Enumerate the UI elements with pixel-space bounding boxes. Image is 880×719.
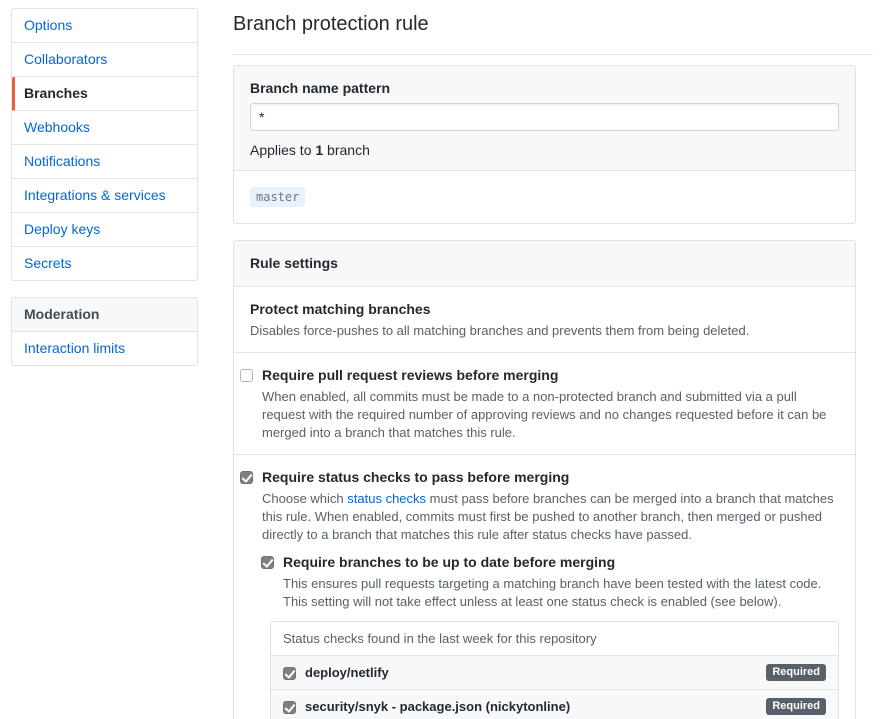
up-to-date-checkbox[interactable] xyxy=(261,556,274,569)
status-checks-body: Require status checks to pass before mer… xyxy=(262,469,839,719)
pull-request-reviews-description: When enabled, all commits must be made t… xyxy=(262,388,839,442)
sidebar-item-branches[interactable]: Branches xyxy=(12,77,197,111)
sidebar-item-interaction-limits[interactable]: Interaction limits xyxy=(12,332,197,365)
branch-tag-master: master xyxy=(250,187,305,207)
required-badge: Required xyxy=(766,698,826,715)
status-check-security-snyk-checkbox[interactable] xyxy=(283,701,296,714)
status-checks-label[interactable]: Require status checks to pass before mer… xyxy=(262,469,839,486)
up-to-date-description: This ensures pull requests targeting a m… xyxy=(283,575,839,611)
sidebar-item-webhooks[interactable]: Webhooks xyxy=(12,111,197,145)
sidebar-item-deploy-keys[interactable]: Deploy keys xyxy=(12,213,197,247)
sidebar-item-notifications[interactable]: Notifications xyxy=(12,145,197,179)
pull-request-reviews-body: Require pull request reviews before merg… xyxy=(262,367,839,442)
moderation-menu-header: Moderation xyxy=(12,298,197,332)
sidebar-item-integrations-services[interactable]: Integrations & services xyxy=(12,179,197,213)
pull-request-reviews-option: Require pull request reviews before merg… xyxy=(240,367,839,442)
pull-request-reviews-label[interactable]: Require pull request reviews before merg… xyxy=(262,367,839,384)
settings-sidebar: Options Collaborators Branches Webhooks … xyxy=(11,8,198,366)
sidebar-item-collaborators[interactable]: Collaborators xyxy=(12,43,197,77)
branch-name-pattern-head: Branch name pattern Applies to 1 branch xyxy=(234,66,855,171)
protect-matching-branches-section: Protect matching branches Disables force… xyxy=(234,287,855,353)
matching-branches-body: master xyxy=(234,171,855,223)
up-to-date-body: Require branches to be up to date before… xyxy=(283,554,839,611)
branch-protection-settings-page: Options Collaborators Branches Webhooks … xyxy=(0,0,880,719)
status-check-deploy-netlify-name: deploy/netlify xyxy=(305,664,389,681)
applies-count: 1 xyxy=(315,142,323,158)
status-check-row-deploy-netlify: deploy/netlify Required xyxy=(271,656,838,690)
sidebar-item-options[interactable]: Options xyxy=(12,9,197,43)
page-title: Branch protection rule xyxy=(233,8,873,55)
status-check-row-security-snyk: security/snyk - package.json (nickytonli… xyxy=(271,690,838,719)
protect-matching-branches-description: Disables force-pushes to all matching br… xyxy=(250,322,839,340)
applies-post: branch xyxy=(323,142,370,158)
status-checks-description: Choose which status checks must pass bef… xyxy=(262,490,839,544)
status-check-security-snyk-name: security/snyk - package.json (nickytonli… xyxy=(305,698,570,715)
main-content: Branch protection rule Branch name patte… xyxy=(233,8,873,719)
pull-request-reviews-section: Require pull request reviews before merg… xyxy=(234,353,855,455)
up-to-date-option: Require branches to be up to date before… xyxy=(261,554,839,611)
pull-request-reviews-checkbox[interactable] xyxy=(240,369,253,382)
branch-name-pattern-input[interactable] xyxy=(250,103,839,131)
status-checks-desc-pre: Choose which xyxy=(262,491,347,506)
sidebar-item-secrets[interactable]: Secrets xyxy=(12,247,197,280)
status-checks-checkbox[interactable] xyxy=(240,471,253,484)
status-checks-box: Status checks found in the last week for… xyxy=(270,621,839,719)
status-checks-section: Require status checks to pass before mer… xyxy=(234,455,855,719)
branch-name-pattern-card: Branch name pattern Applies to 1 branch … xyxy=(233,65,856,224)
protect-matching-branches-title: Protect matching branches xyxy=(250,301,839,318)
required-badge: Required xyxy=(766,664,826,681)
moderation-menu: Moderation Interaction limits xyxy=(11,297,198,366)
status-checks-box-header: Status checks found in the last week for… xyxy=(271,622,838,656)
applies-pre: Applies to xyxy=(250,142,315,158)
status-checks-link[interactable]: status checks xyxy=(347,491,426,506)
settings-menu: Options Collaborators Branches Webhooks … xyxy=(11,8,198,281)
rule-settings-card: Rule settings Protect matching branches … xyxy=(233,240,856,719)
rule-settings-header: Rule settings xyxy=(234,241,855,287)
branch-name-pattern-label: Branch name pattern xyxy=(250,80,839,96)
up-to-date-label[interactable]: Require branches to be up to date before… xyxy=(283,554,839,571)
status-checks-option: Require status checks to pass before mer… xyxy=(240,469,839,719)
applies-to-text: Applies to 1 branch xyxy=(250,142,839,158)
status-check-deploy-netlify-checkbox[interactable] xyxy=(283,667,296,680)
